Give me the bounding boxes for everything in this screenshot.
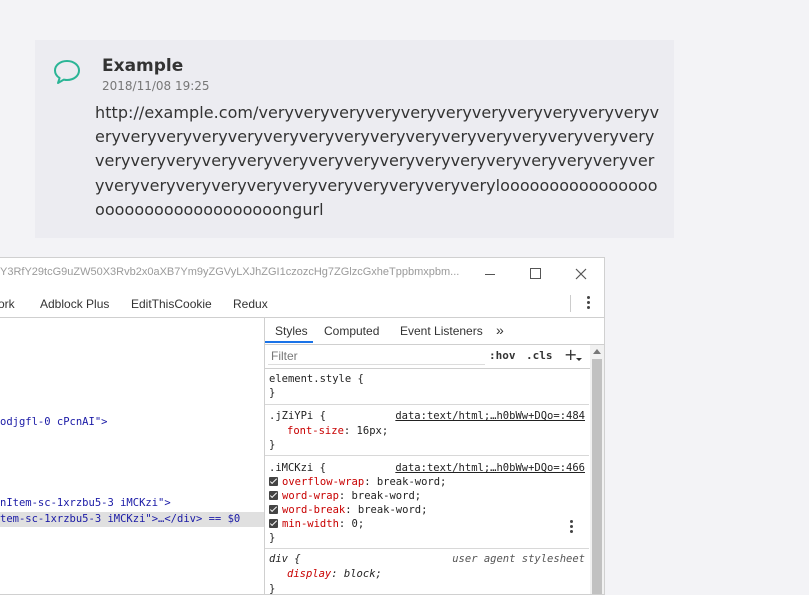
tab-redux[interactable]: Redux: [233, 297, 268, 311]
rule-selector[interactable]: element.style {: [269, 372, 364, 386]
style-declaration[interactable]: display: block;: [287, 567, 382, 581]
style-declaration[interactable]: word-break: break-word;: [269, 503, 427, 517]
rule-close: }: [269, 439, 276, 451]
style-declaration[interactable]: font-size: 16px;: [287, 424, 388, 438]
message-timestamp: 2018/11/08 19:25: [102, 79, 210, 93]
tab-event-listeners[interactable]: Event Listeners: [400, 324, 483, 338]
window-title: Y3RfY29tcG9uZW50X3Rvb2x0aXB7Ym9yZGVyLXJh…: [0, 266, 460, 278]
elements-panel[interactable]: odjgfl-0 cPcnAI"> nItem-sc-1xrzbu5-3 iMC…: [0, 318, 265, 594]
dom-node-line[interactable]: odjgfl-0 cPcnAI">: [0, 415, 264, 430]
tab-computed[interactable]: Computed: [324, 324, 379, 338]
more-options-icon[interactable]: [585, 295, 591, 311]
tab-network[interactable]: ork: [0, 297, 15, 311]
tabbar-divider: [570, 295, 571, 312]
message-card: Example 2018/11/08 19:25 http://example.…: [35, 40, 674, 238]
devtools-titlebar[interactable]: Y3RfY29tcG9uZW50X3Rvb2x0aXB7Ym9yZGVyLXJh…: [0, 258, 604, 289]
style-declaration[interactable]: min-width: 0;: [269, 517, 364, 531]
dom-node-selected[interactable]: tem-sc-1xrzbu5-3 iMCKzi">…</div> == $0: [0, 512, 264, 527]
property-checkbox[interactable]: [269, 519, 278, 528]
style-declaration[interactable]: word-wrap: break-word;: [269, 489, 421, 503]
devtools-main-tabs: ork Adblock Plus EditThisCookie Redux: [0, 289, 604, 318]
new-style-rule-menu-icon[interactable]: [576, 358, 582, 361]
property-value: break-word;: [351, 504, 428, 516]
dom-node-text: odjgfl-0 cPcnAI">: [0, 416, 108, 428]
rule-source-link[interactable]: data:text/html;…h0bWw+DQo=:484: [395, 409, 585, 423]
styles-filter-input[interactable]: [268, 348, 485, 365]
property-name: word-wrap: [282, 490, 339, 502]
hover-state-button[interactable]: :hov: [489, 349, 516, 362]
rule-selector[interactable]: .jZiYPi {: [269, 409, 326, 423]
property-value: 0;: [345, 518, 365, 530]
more-tabs-icon[interactable]: »: [496, 322, 504, 338]
styles-sidebar-tabs: Styles Computed Event Listeners »: [265, 318, 604, 345]
new-style-rule-button[interactable]: +: [564, 345, 577, 364]
rule-div-user-agent: div { user agent stylesheet display: blo…: [265, 549, 589, 595]
rule-selector[interactable]: div {: [269, 552, 301, 566]
class-toggle-button[interactable]: .cls: [526, 349, 553, 362]
rule-close: }: [269, 387, 276, 399]
property-name: word-break: [282, 504, 346, 516]
styles-rules-pane[interactable]: element.style { } .jZiYPi { data:text/ht…: [265, 369, 589, 595]
message-author[interactable]: Example: [102, 56, 183, 76]
devtools-window: Y3RfY29tcG9uZW50X3Rvb2x0aXB7Ym9yZGVyLXJh…: [0, 257, 605, 595]
rule-close: }: [269, 583, 276, 595]
styles-scrollbar[interactable]: [590, 345, 604, 594]
maximize-icon[interactable]: [526, 264, 546, 284]
property-name: display: [287, 568, 332, 580]
property-checkbox[interactable]: [269, 491, 278, 500]
styles-filter-row: :hov .cls +: [265, 345, 590, 369]
scrollbar-thumb[interactable]: [592, 359, 602, 594]
rule-jziypi: .jZiYPi { data:text/html;…h0bWw+DQo=:484…: [265, 405, 589, 456]
message-text: http://example.com/veryveryveryveryveryv…: [95, 103, 660, 219]
property-value: block;: [337, 568, 382, 580]
property-checkbox[interactable]: [269, 477, 278, 486]
dom-node-line[interactable]: nItem-sc-1xrzbu5-3 iMCKzi">: [0, 496, 264, 511]
property-value: break-word;: [345, 490, 422, 502]
rule-close: }: [269, 532, 276, 544]
close-icon[interactable]: [571, 264, 591, 284]
rule-source-link[interactable]: data:text/html;…h0bWw+DQo=:466: [395, 461, 585, 475]
tab-adblock-plus[interactable]: Adblock Plus: [40, 297, 109, 311]
dom-node-text: tem-sc-1xrzbu5-3 iMCKzi">…</div> == $0: [0, 513, 241, 525]
property-name: overflow-wrap: [282, 476, 365, 488]
style-declaration[interactable]: overflow-wrap: break-word;: [269, 475, 446, 489]
property-value: 16px;: [350, 425, 389, 437]
rule-source-label: user agent stylesheet: [452, 553, 585, 565]
dom-node-text: nItem-sc-1xrzbu5-3 iMCKzi">: [0, 497, 171, 509]
rule-element-style: element.style { }: [265, 369, 589, 405]
minimize-icon[interactable]: [481, 264, 501, 284]
comment-bubble-icon: [54, 60, 80, 84]
property-checkbox[interactable]: [269, 505, 278, 514]
property-name: min-width: [282, 518, 339, 530]
active-tab-indicator: [265, 341, 313, 343]
tab-editthiscookie[interactable]: EditThisCookie: [131, 297, 212, 311]
property-value: break-word;: [370, 476, 447, 488]
rule-options-icon[interactable]: [570, 520, 574, 534]
rule-imckzi: .iMCKzi { data:text/html;…h0bWw+DQo=:466…: [265, 456, 589, 549]
scroll-up-arrow-icon[interactable]: [593, 349, 601, 354]
rule-selector[interactable]: .iMCKzi {: [269, 461, 326, 475]
property-name: font-size: [287, 425, 344, 437]
tab-styles[interactable]: Styles: [275, 324, 308, 338]
